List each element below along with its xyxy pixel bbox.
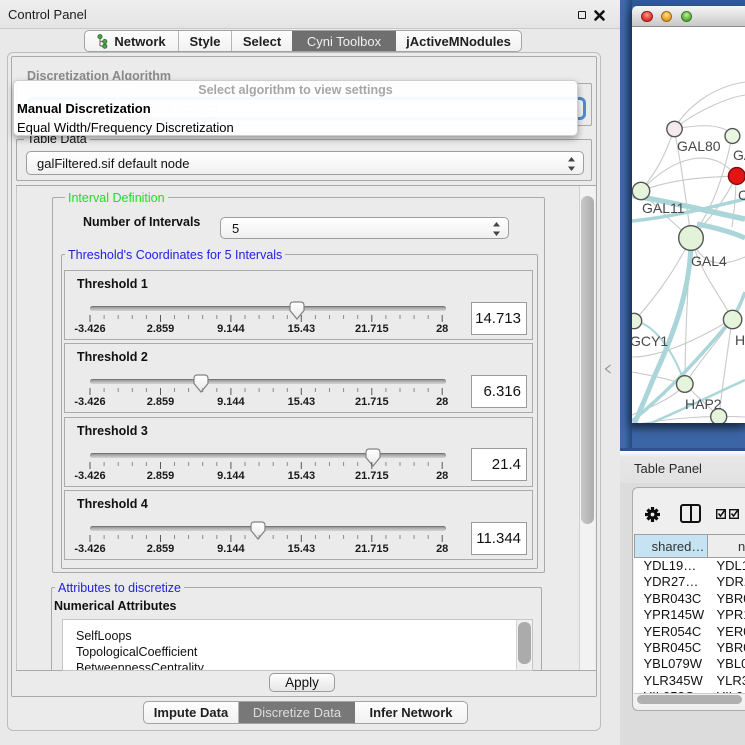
- svg-text:GAL11: GAL11: [642, 200, 685, 216]
- svg-text:GAL80: GAL80: [677, 138, 721, 154]
- svg-text:GA: GA: [733, 147, 745, 163]
- svg-text:C: C: [738, 187, 745, 203]
- svg-text:HAP2: HAP2: [685, 396, 722, 412]
- svg-text:GAL4: GAL4: [691, 253, 727, 269]
- svg-text:GCY1: GCY1: [632, 333, 668, 349]
- svg-text:H: H: [735, 332, 745, 348]
